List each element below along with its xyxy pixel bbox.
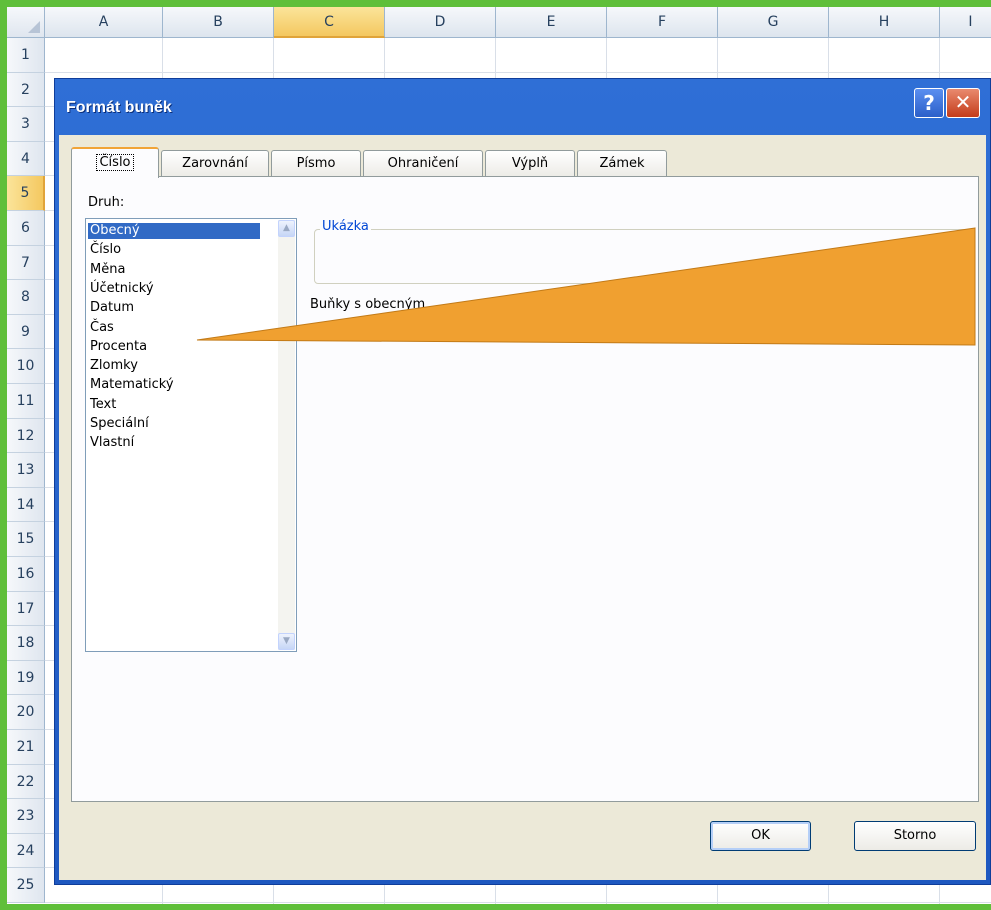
help-button[interactable]: ? xyxy=(914,88,944,118)
row-header-4[interactable]: 4 xyxy=(7,141,45,177)
grid-line xyxy=(45,71,991,73)
column-header-f[interactable]: F xyxy=(607,7,718,38)
dialog-title: Formát buněk xyxy=(66,99,172,116)
column-header-a[interactable]: A xyxy=(45,7,163,38)
category-item[interactable]: Obecný xyxy=(88,223,260,239)
grid-line xyxy=(45,902,991,903)
row-header-7[interactable]: 7 xyxy=(7,245,45,281)
close-button[interactable]: ✕ xyxy=(946,88,980,118)
close-icon: ✕ xyxy=(954,90,972,114)
row-header-9[interactable]: 9 xyxy=(7,314,45,350)
row-header-16[interactable]: 16 xyxy=(7,557,45,592)
tab-pismo[interactable]: Písmo xyxy=(271,150,361,177)
column-header-g[interactable]: G xyxy=(718,7,829,38)
row-header-11[interactable]: 11 xyxy=(7,384,45,419)
row-header-23[interactable]: 23 xyxy=(7,799,45,834)
row-header-25[interactable]: 25 xyxy=(7,868,45,903)
category-item[interactable]: Zlomky xyxy=(88,358,260,374)
sample-legend: Ukázka xyxy=(320,219,371,234)
row-header-13[interactable]: 13 xyxy=(7,453,45,488)
row-header-19[interactable]: 19 xyxy=(7,660,45,696)
question-mark-icon: ? xyxy=(923,91,935,115)
tab-label: Číslo xyxy=(96,154,134,171)
tab-zamek[interactable]: Zámek xyxy=(577,150,667,177)
cancel-button[interactable]: Storno xyxy=(854,821,976,851)
row-header-6[interactable]: 6 xyxy=(7,211,45,246)
ok-button[interactable]: OK xyxy=(710,821,811,851)
listbox-scrollbar[interactable]: ▲ ▼ xyxy=(278,220,295,650)
category-item[interactable]: Text xyxy=(88,397,260,413)
tab-cislo[interactable]: Číslo xyxy=(71,147,159,178)
row-header-20[interactable]: 20 xyxy=(7,695,45,730)
category-listbox[interactable]: Obecný Číslo Měna Účetnický Datum Čas Procenta… xyxy=(85,218,297,652)
row-header-24[interactable]: 24 xyxy=(7,833,45,869)
sample-group xyxy=(314,229,969,284)
row-header-14[interactable]: 14 xyxy=(7,487,45,523)
category-item[interactable]: Měna xyxy=(88,262,260,278)
column-header-i[interactable]: I xyxy=(940,7,991,38)
category-label: Druh: xyxy=(88,195,125,210)
tab-ohraniceni[interactable]: Ohraničení xyxy=(363,150,483,177)
row-header-17[interactable]: 17 xyxy=(7,591,45,627)
dialog-body: Číslo Zarovnání Písmo Ohraničení Výplň Z… xyxy=(59,135,986,880)
category-item[interactable]: Speciální xyxy=(88,416,260,432)
chevron-down-icon[interactable]: ▼ xyxy=(278,633,295,650)
row-header-15[interactable]: 15 xyxy=(7,522,45,557)
category-description: Buňky s obecným xyxy=(310,297,426,312)
column-header-c[interactable]: C xyxy=(274,7,385,38)
number-tab-panel: Druh: Obecný Číslo Měna Účetnický Datum Čas Pr… xyxy=(71,176,979,802)
category-item[interactable]: Čas xyxy=(88,320,260,336)
category-item[interactable]: Datum xyxy=(88,300,260,316)
row-header-10[interactable]: 10 xyxy=(7,349,45,384)
row-header-8[interactable]: 8 xyxy=(7,280,45,315)
window-frame-left xyxy=(0,0,7,910)
window-frame-bottom xyxy=(0,904,991,910)
tab-vypln[interactable]: Výplň xyxy=(485,150,575,177)
tab-zarovnani[interactable]: Zarovnání xyxy=(161,150,269,177)
row-header-3[interactable]: 3 xyxy=(7,107,45,142)
category-item[interactable]: Matematický xyxy=(88,377,260,393)
row-header-21[interactable]: 21 xyxy=(7,730,45,765)
chevron-up-icon[interactable]: ▲ xyxy=(278,220,295,237)
format-cells-dialog: Formát buněk ? ✕ Číslo Zarovnání Písmo O… xyxy=(54,78,991,885)
category-item[interactable]: Účetnický xyxy=(88,281,260,297)
column-header-d[interactable]: D xyxy=(385,7,496,38)
row-header-2[interactable]: 2 xyxy=(7,72,45,108)
column-header-e[interactable]: E xyxy=(496,7,607,38)
column-header-b[interactable]: B xyxy=(163,7,274,38)
select-all-corner[interactable] xyxy=(7,7,45,38)
select-all-icon xyxy=(28,21,40,33)
category-item[interactable]: Číslo xyxy=(88,242,260,258)
row-header-5[interactable]: 5 xyxy=(7,176,45,211)
row-header-22[interactable]: 22 xyxy=(7,764,45,800)
dialog-titlebar[interactable]: Formát buněk ? ✕ xyxy=(55,79,990,135)
column-header-h[interactable]: H xyxy=(829,7,940,38)
row-header-18[interactable]: 18 xyxy=(7,626,45,661)
category-item[interactable]: Vlastní xyxy=(88,435,260,451)
row-header-1[interactable]: 1 xyxy=(7,38,45,73)
window-frame-top xyxy=(0,0,991,7)
row-header-12[interactable]: 12 xyxy=(7,418,45,454)
category-item[interactable]: Procenta xyxy=(88,339,260,355)
